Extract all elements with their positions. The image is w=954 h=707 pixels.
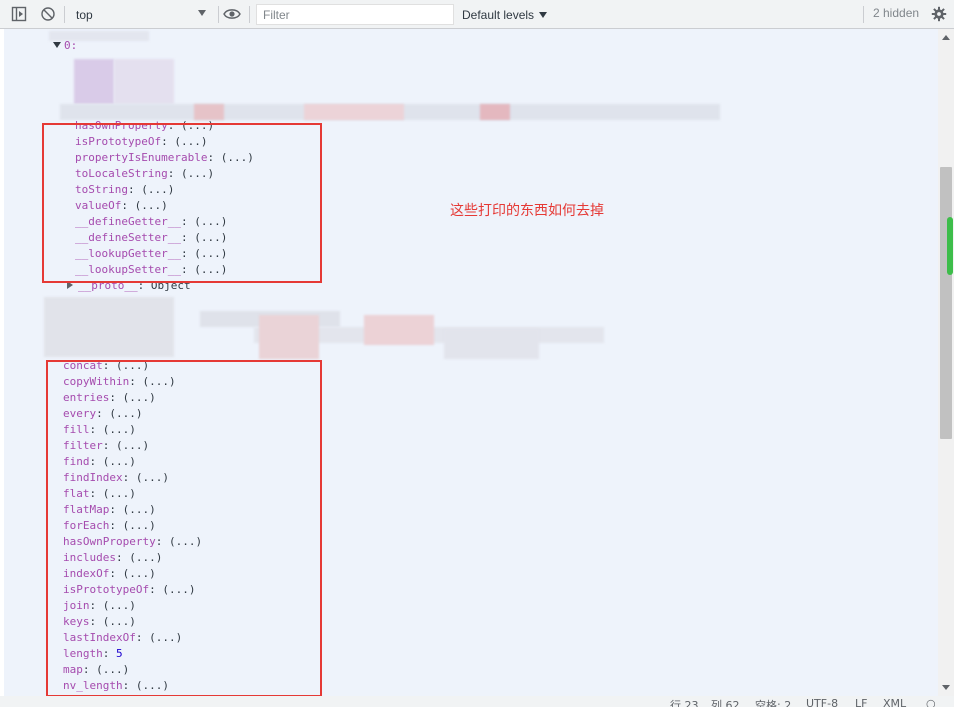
scrollbar-marker [947, 217, 953, 275]
hidden-messages-count[interactable]: 2 hidden [873, 6, 919, 20]
redacted-block [114, 59, 174, 104]
redacted-block [304, 104, 404, 120]
vertical-scrollbar[interactable] [938, 29, 954, 696]
redacted-block [364, 315, 434, 345]
status-eol[interactable]: LF [855, 697, 867, 707]
highlight-box-array-methods [46, 360, 322, 697]
highlight-box-object-methods [42, 123, 322, 283]
expand-triangle-icon[interactable] [53, 42, 61, 48]
clear-console-icon[interactable] [39, 5, 57, 23]
redacted-block [259, 315, 319, 359]
status-encoding[interactable]: UTF-8 [806, 697, 838, 707]
redacted-block [44, 297, 174, 357]
context-label: top [76, 7, 93, 22]
eye-icon[interactable] [223, 5, 241, 23]
chevron-down-icon [198, 10, 206, 16]
editor-status-bar: 行 23 列 62 空格: 2 UTF-8 LF XML ○ [0, 696, 954, 707]
console-message-area: 0: hasOwnProperty: (...) isPrototypeOf: (… [4, 29, 938, 697]
console-output[interactable]: 0: hasOwnProperty: (...) isPrototypeOf: (… [0, 29, 938, 697]
status-spaces[interactable]: 空格: 2 [755, 697, 791, 707]
chevron-down-icon [539, 11, 548, 18]
annotation-question: 这些打印的东西如何去掉 [450, 203, 604, 219]
redacted-block [480, 104, 510, 120]
redacted-block [444, 329, 539, 359]
notification-bell-icon[interactable]: ○ [926, 697, 936, 707]
sidebar-toggle-icon[interactable] [10, 5, 28, 23]
context-selector[interactable]: top [70, 4, 212, 25]
status-col[interactable]: 列 62 [711, 697, 740, 707]
status-language[interactable]: XML [883, 697, 906, 707]
log-levels-label: Default levels [462, 7, 535, 22]
gear-icon[interactable] [930, 5, 948, 23]
scroll-up-arrow-icon[interactable] [942, 35, 950, 40]
console-toolbar: top Default levels 2 hidden [0, 0, 954, 29]
tree-node-index[interactable]: 0: [53, 38, 77, 54]
redacted-block [74, 59, 114, 104]
scrollbar-thumb[interactable] [940, 167, 952, 439]
status-row[interactable]: 行 23 [670, 697, 699, 707]
log-levels-dropdown[interactable]: Default levels [462, 5, 548, 24]
scroll-down-arrow-icon[interactable] [942, 685, 950, 690]
filter-input[interactable] [256, 4, 454, 25]
